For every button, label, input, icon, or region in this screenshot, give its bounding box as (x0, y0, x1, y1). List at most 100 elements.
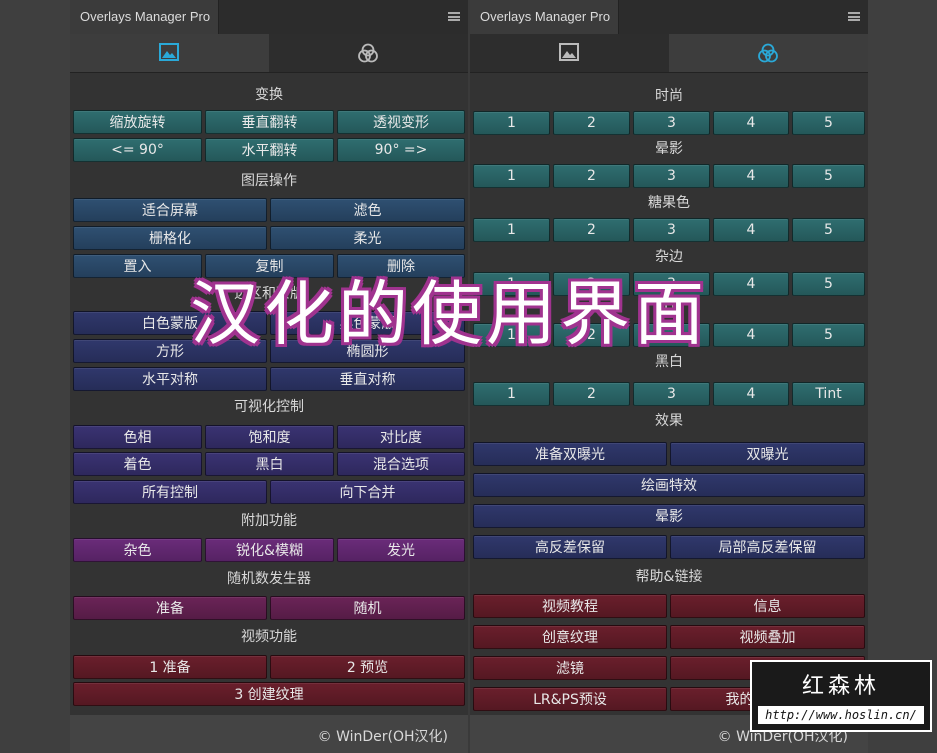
glow-button[interactable]: 发光 (337, 538, 465, 562)
vertical-symmetry-button[interactable]: 垂直对称 (270, 367, 465, 391)
color-circles-icon (758, 43, 778, 63)
painting-effect-button[interactable]: 绘画特效 (473, 473, 865, 497)
watermark-logo: 红森林 http://www.hoslin.cn/ (750, 660, 932, 732)
merge-down-button[interactable]: 向下合并 (270, 480, 465, 504)
high-pass-button[interactable]: 高反差保留 (473, 535, 667, 559)
vignette-effect-button[interactable]: 晕影 (473, 504, 865, 528)
fit-screen-button[interactable]: 适合屏幕 (73, 198, 267, 222)
candy-5-button[interactable]: 5 (792, 218, 865, 242)
panel-tab[interactable]: Overlays Manager Pro (470, 0, 619, 34)
panel-tab[interactable]: Overlays Manager Pro (70, 0, 219, 34)
right-panel: Overlays Manager Pro 时尚 1 2 3 4 5 晕影 1 2… (470, 0, 868, 753)
local-high-pass-button[interactable]: 局部高反差保留 (670, 535, 865, 559)
noise-button[interactable]: 杂色 (73, 538, 202, 562)
icon-tabs (70, 34, 468, 73)
heading-fashion: 时尚 (655, 88, 683, 104)
tab-adjustments[interactable] (269, 34, 468, 72)
vignette-3-button[interactable]: 3 (633, 164, 710, 188)
heading-extras: 附加功能 (241, 513, 297, 529)
tab-overlays[interactable] (70, 34, 269, 72)
soft-light-button[interactable]: 柔光 (270, 226, 465, 250)
video-overlay-button[interactable]: 视频叠加 (670, 625, 865, 649)
bw-1-button[interactable]: 1 (473, 382, 550, 406)
colorize-button[interactable]: 着色 (73, 452, 202, 476)
fashion-1-button[interactable]: 1 (473, 111, 550, 135)
tab-adjustments[interactable] (669, 34, 868, 72)
hdr-5-button[interactable]: 5 (792, 323, 865, 347)
candy-1-button[interactable]: 1 (473, 218, 550, 242)
creative-texture-button[interactable]: 创意纹理 (473, 625, 667, 649)
image-icon (159, 43, 179, 61)
all-controls-button[interactable]: 所有控制 (73, 480, 267, 504)
heading-effects: 效果 (655, 413, 683, 429)
candy-4-button[interactable]: 4 (713, 218, 789, 242)
rotate-right-button[interactable]: 90° => (337, 138, 465, 162)
scale-rotate-button[interactable]: 缩放旋转 (73, 110, 202, 134)
bw-3-button[interactable]: 3 (633, 382, 710, 406)
vignette-5-button[interactable]: 5 (792, 164, 865, 188)
candy-3-button[interactable]: 3 (633, 218, 710, 242)
prepare-random-button[interactable]: 准备 (73, 596, 267, 620)
lr-ps-presets-button[interactable]: LR&PS预设 (473, 687, 667, 711)
heading-help: 帮助&链接 (635, 569, 703, 585)
video-preview-button[interactable]: 2 预览 (270, 655, 465, 679)
bw-tint-button[interactable]: Tint (792, 382, 865, 406)
flip-horizontal-button[interactable]: 水平翻转 (205, 138, 334, 162)
overlay-title: 汉化的使用界面 (190, 273, 708, 355)
heading-candy: 糖果色 (648, 195, 690, 211)
black-white-button[interactable]: 黑白 (205, 452, 334, 476)
vignette-2-button[interactable]: 2 (553, 164, 630, 188)
perspective-button[interactable]: 透视变形 (337, 110, 465, 134)
heading-visual: 可视化控制 (234, 399, 304, 415)
create-texture-button[interactable]: 3 创建纹理 (73, 682, 465, 706)
horizontal-symmetry-button[interactable]: 水平对称 (73, 367, 267, 391)
hue-button[interactable]: 色相 (73, 425, 202, 449)
flip-vertical-button[interactable]: 垂直翻转 (205, 110, 334, 134)
place-button[interactable]: 置入 (73, 254, 202, 278)
bw-4-button[interactable]: 4 (713, 382, 789, 406)
fashion-3-button[interactable]: 3 (633, 111, 710, 135)
randomize-button[interactable]: 随机 (270, 596, 465, 620)
heading-layers: 图层操作 (241, 173, 297, 189)
prepare-double-exposure-button[interactable]: 准备双曝光 (473, 442, 667, 466)
panel-menu-icon[interactable] (448, 12, 460, 21)
info-button[interactable]: 信息 (670, 594, 865, 618)
rasterize-button[interactable]: 栅格化 (73, 226, 267, 250)
panel-footer: © WinDer(OH汉化) (70, 715, 468, 753)
bw-2-button[interactable]: 2 (553, 382, 630, 406)
panel-title: Overlays Manager Pro (480, 9, 611, 24)
color-circles-icon (358, 43, 378, 63)
screen-blend-button[interactable]: 滤色 (270, 198, 465, 222)
double-exposure-button[interactable]: 双曝光 (670, 442, 865, 466)
icon-tabs (470, 34, 868, 73)
background-right (868, 0, 937, 753)
heading-transform: 变换 (255, 87, 283, 103)
left-panel: Overlays Manager Pro 变换 缩放旋转 垂直翻转 透视变形 <… (70, 0, 468, 753)
sharpen-blur-button[interactable]: 锐化&模糊 (205, 538, 334, 562)
vignette-4-button[interactable]: 4 (713, 164, 789, 188)
panel-titlebar: Overlays Manager Pro (470, 0, 868, 34)
border-5-button[interactable]: 5 (792, 272, 865, 296)
image-icon (559, 43, 579, 61)
video-prepare-button[interactable]: 1 准备 (73, 655, 267, 679)
filters-button[interactable]: 滤镜 (473, 656, 667, 680)
fashion-4-button[interactable]: 4 (713, 111, 789, 135)
panel-title: Overlays Manager Pro (80, 9, 211, 24)
fashion-5-button[interactable]: 5 (792, 111, 865, 135)
heading-video: 视频功能 (241, 629, 297, 645)
heading-vignette: 晕影 (655, 141, 683, 157)
saturation-button[interactable]: 饱和度 (205, 425, 334, 449)
tab-overlays[interactable] (470, 34, 669, 72)
blend-options-button[interactable]: 混合选项 (337, 452, 465, 476)
copyright-text: © WinDer(OH汉化) (317, 729, 448, 745)
video-tutorial-button[interactable]: 视频教程 (473, 594, 667, 618)
heading-random: 随机数发生器 (227, 571, 311, 587)
vignette-1-button[interactable]: 1 (473, 164, 550, 188)
fashion-2-button[interactable]: 2 (553, 111, 630, 135)
candy-2-button[interactable]: 2 (553, 218, 630, 242)
panel-titlebar: Overlays Manager Pro (70, 0, 468, 34)
rotate-left-button[interactable]: <= 90° (73, 138, 202, 162)
watermark-name: 红森林 (801, 674, 880, 699)
panel-menu-icon[interactable] (848, 12, 860, 21)
contrast-button[interactable]: 对比度 (337, 425, 465, 449)
